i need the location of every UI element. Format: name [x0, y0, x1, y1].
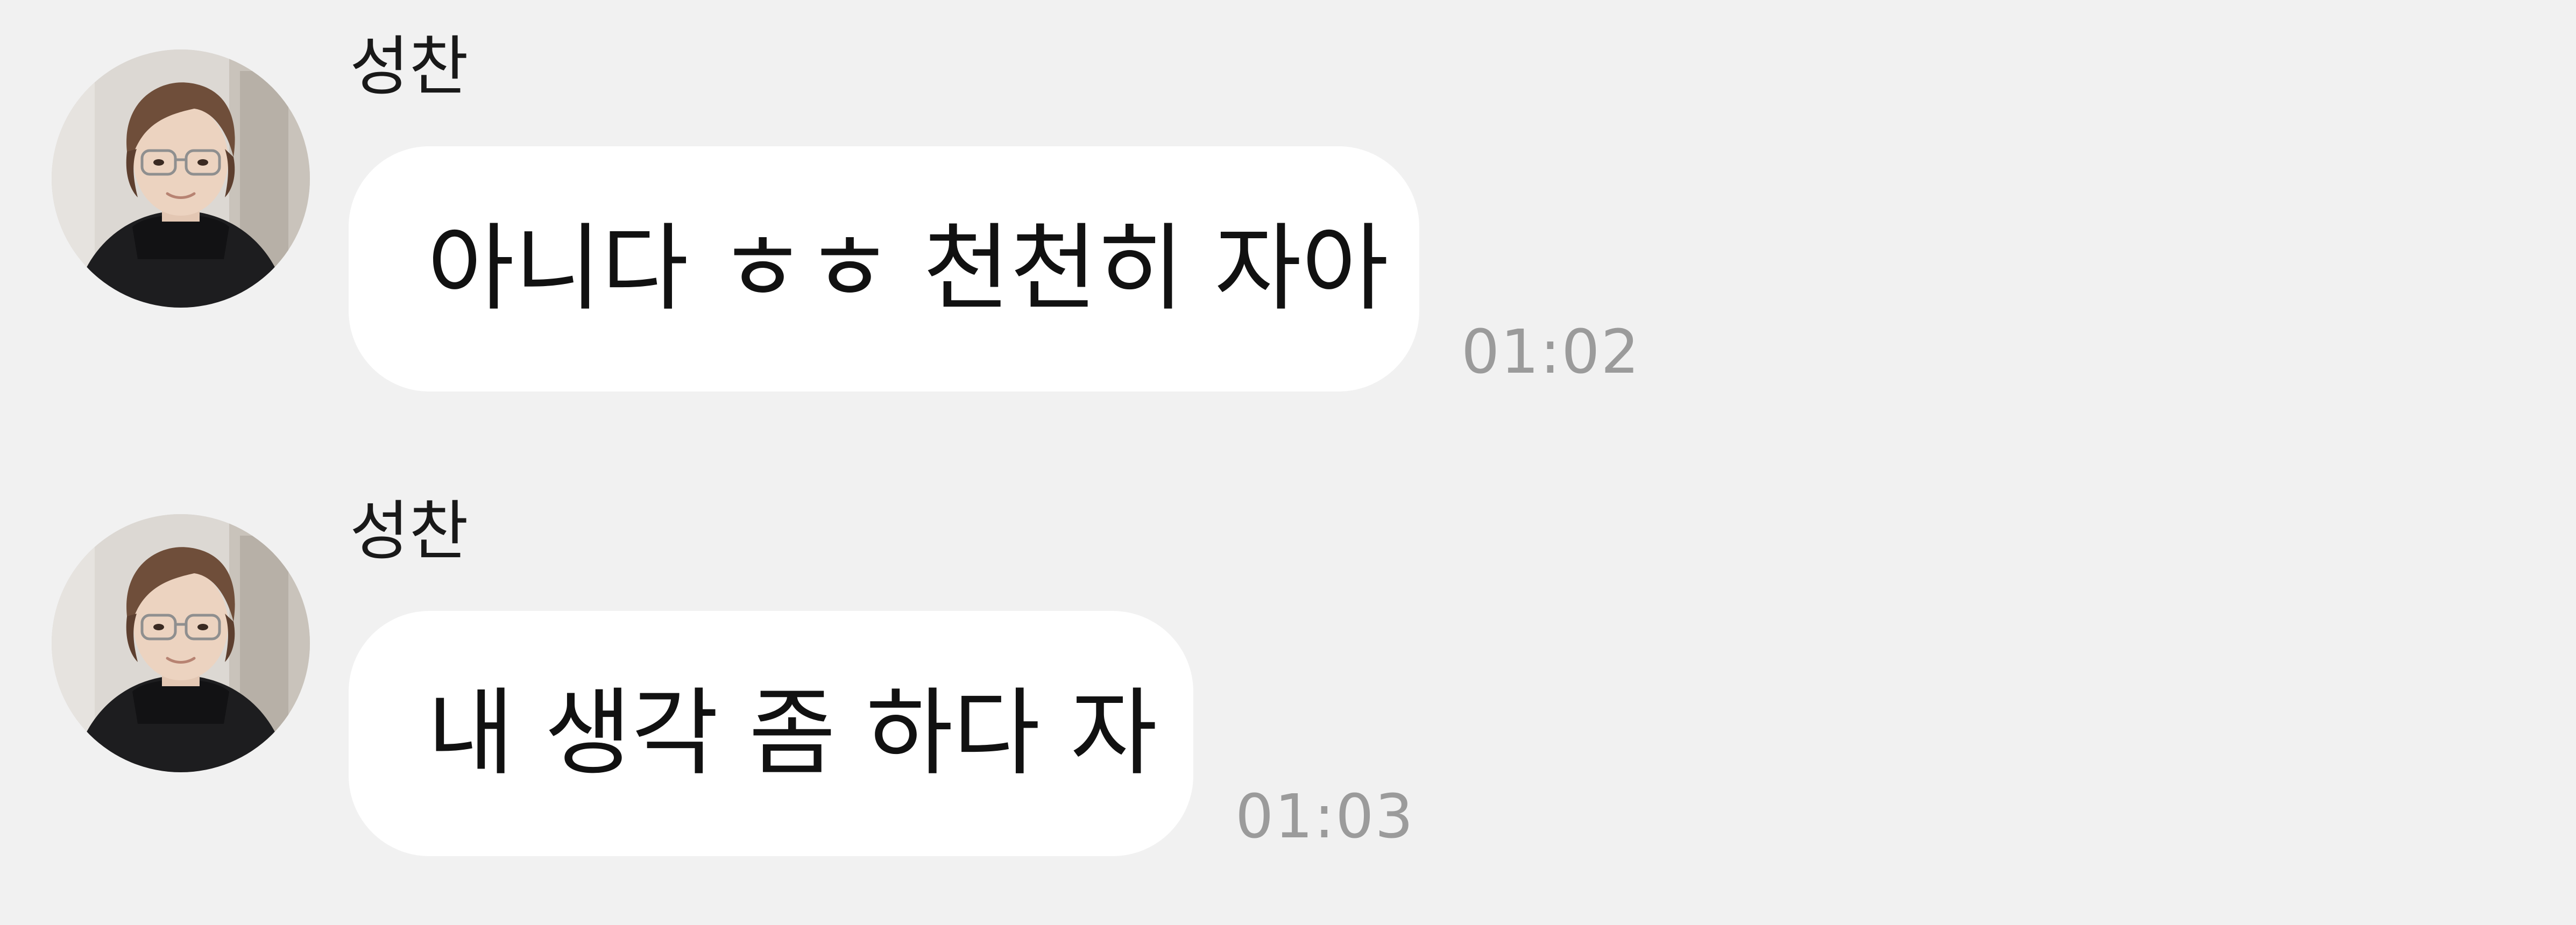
- profile-photo: [52, 514, 310, 772]
- profile-photo: [52, 49, 310, 308]
- message-row: 성찬 아니다 ㅎㅎ 천천히 자아 01:02: [0, 0, 2576, 430]
- avatar[interactable]: [52, 49, 310, 308]
- message-bubble[interactable]: 아니다 ㅎㅎ 천천히 자아: [349, 146, 1419, 392]
- sender-name: 성찬: [350, 30, 469, 104]
- message-text: 내 생각 좀 하다 자: [427, 678, 1158, 788]
- avatar[interactable]: [52, 514, 310, 772]
- message-timestamp: 01:03: [1235, 782, 1414, 852]
- message-row: 성찬 내 생각 좀 하다 자 01:03: [0, 465, 2576, 895]
- message-text: 아니다 ㅎㅎ 천천히 자아: [427, 214, 1389, 324]
- chat-thread: 성찬 아니다 ㅎㅎ 천천히 자아 01:02 성찬 내 생각 좀 하다 자 01…: [0, 0, 2576, 925]
- sender-name: 성찬: [350, 494, 469, 569]
- message-bubble[interactable]: 내 생각 좀 하다 자: [349, 611, 1193, 856]
- message-timestamp: 01:02: [1461, 317, 1640, 387]
